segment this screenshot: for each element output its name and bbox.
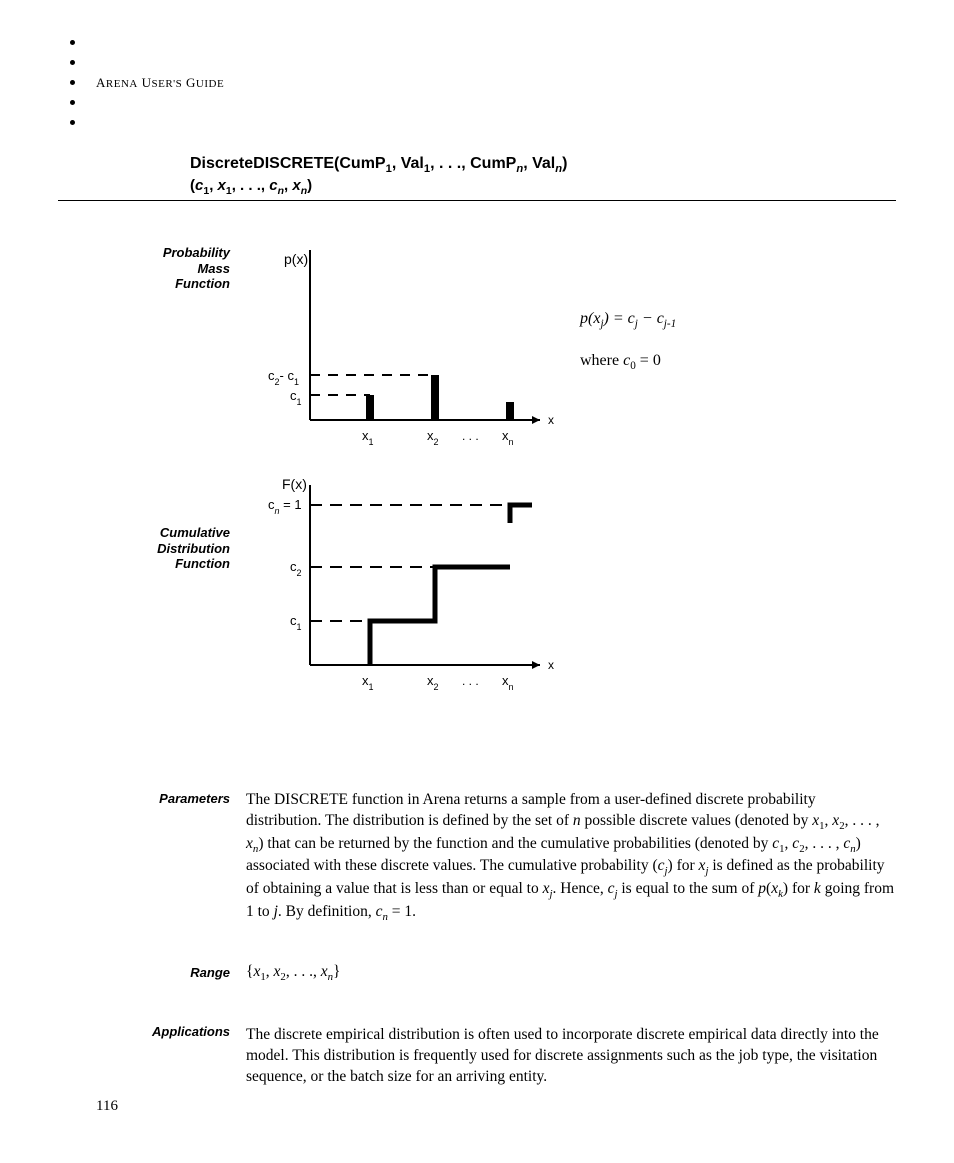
svg-text:F(x): F(x) bbox=[282, 476, 307, 492]
svg-text:c1: c1 bbox=[290, 613, 302, 632]
running-header: ARENA USER'S GUIDE bbox=[96, 75, 224, 91]
applications-text: The discrete empirical distribution is o… bbox=[246, 1025, 894, 1088]
section-title: DiscreteDISCRETE(CumP1, Val1, . . ., Cum… bbox=[190, 155, 899, 197]
range-text: {x1, x2, . . ., xn} bbox=[246, 962, 894, 985]
svg-text:x1: x1 bbox=[362, 428, 374, 447]
pmf-formula-where: where c0 = 0 bbox=[580, 352, 661, 372]
label-applications: Applications bbox=[110, 1024, 230, 1040]
page-number: 116 bbox=[96, 1098, 118, 1115]
parameters-text: The DISCRETE function in Arena returns a… bbox=[246, 790, 894, 925]
label-range: Range bbox=[110, 965, 230, 981]
pmf-formula: p(xj) = cj − cj-1 bbox=[580, 310, 676, 330]
label-pmf: ProbabilityMassFunction bbox=[110, 245, 230, 292]
svg-text:x2: x2 bbox=[427, 428, 439, 447]
svg-text:x2: x2 bbox=[427, 673, 439, 692]
margin-bullets bbox=[70, 40, 75, 140]
title-rule bbox=[58, 200, 896, 201]
svg-text:cn = 1: cn = 1 bbox=[268, 497, 302, 516]
svg-text:x: x bbox=[548, 413, 554, 427]
svg-text:xn: xn bbox=[502, 673, 514, 692]
svg-text:x1: x1 bbox=[362, 673, 374, 692]
svg-text:. . .: . . . bbox=[462, 429, 479, 443]
svg-text:c2- c1: c2- c1 bbox=[268, 368, 299, 387]
svg-text:. . .: . . . bbox=[462, 674, 479, 688]
title-line-2: (c1, x1, . . ., cn, xn) bbox=[190, 177, 899, 197]
label-cdf: CumulativeDistributionFunction bbox=[110, 525, 230, 572]
svg-text:c2: c2 bbox=[290, 559, 302, 578]
svg-text:xn: xn bbox=[502, 428, 514, 447]
label-parameters: Parameters bbox=[110, 791, 230, 807]
svg-text:p(x): p(x) bbox=[284, 251, 308, 267]
distribution-charts: x p(x) c2- c1 c1 x1 x2 . . . xn x F(x) c… bbox=[260, 245, 560, 725]
svg-text:c1: c1 bbox=[290, 388, 302, 407]
title-line-1: DiscreteDISCRETE(CumP1, Val1, . . ., Cum… bbox=[190, 155, 899, 175]
svg-text:x: x bbox=[548, 658, 554, 672]
